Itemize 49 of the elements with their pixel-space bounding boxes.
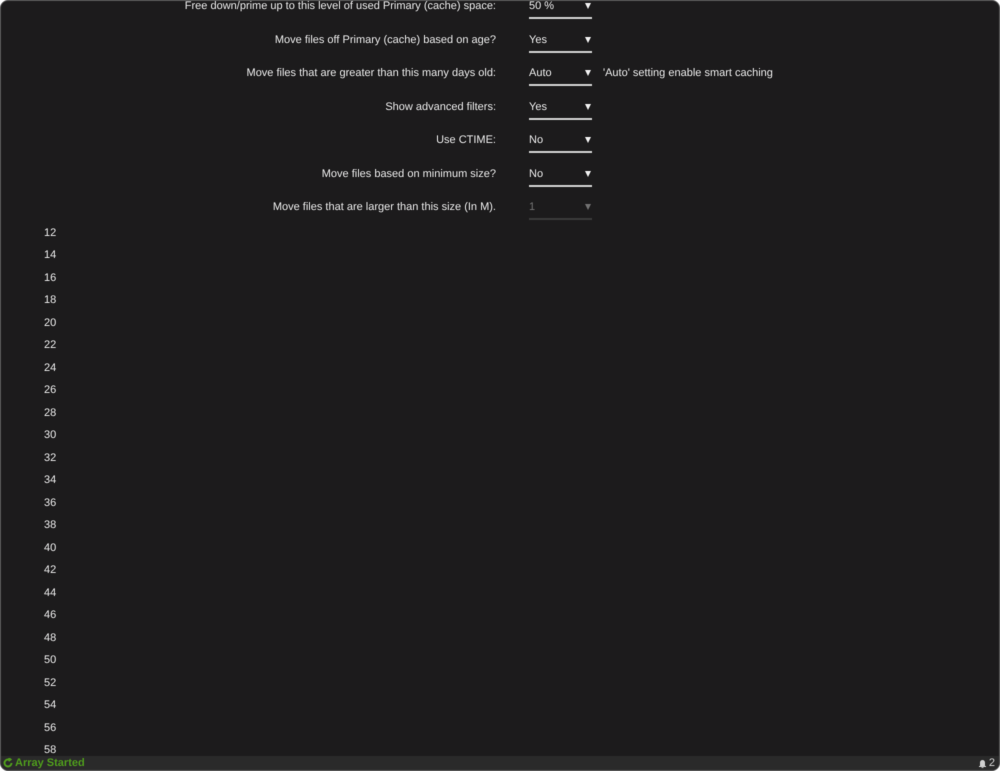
number-text: 54	[44, 700, 56, 711]
caret-icon	[585, 36, 591, 42]
number-text: 56	[44, 722, 56, 734]
setting-label: Show advanced filters:	[384, 102, 496, 112]
dropdown-select[interactable]: Yes	[529, 102, 592, 120]
number-text: 28	[44, 408, 56, 418]
number-text: 46	[44, 610, 56, 621]
number-text: 38	[44, 520, 56, 531]
number-text: 48	[44, 632, 56, 644]
number-text: 40	[44, 542, 56, 554]
number-text: 44	[44, 588, 56, 598]
number-text: 14	[44, 250, 56, 261]
number-text: 16	[44, 272, 56, 284]
number-text: 52	[44, 678, 56, 688]
dropdown-select[interactable]: No	[529, 135, 592, 153]
dropdown-select[interactable]: 50 %	[529, 1, 592, 19]
number-text: 26	[44, 385, 56, 396]
dropdown-select[interactable]: No	[529, 168, 592, 186]
caret-icon	[585, 3, 591, 9]
caret-icon	[585, 170, 591, 176]
status-text: Array Started	[15, 758, 85, 768]
number-text: 36	[44, 498, 56, 508]
caret-icon	[585, 137, 591, 143]
number-text: 42	[44, 565, 56, 576]
number-text: 34	[44, 475, 56, 486]
number-text: 12	[44, 228, 56, 238]
number-text: 24	[44, 362, 56, 374]
setting-label: Move files that are greater than this many days old:	[246, 68, 496, 79]
setting-label: Move files that are larger than this size (In M).	[272, 202, 496, 213]
number-text: 50	[44, 655, 56, 666]
setting-label: Use CTIME:	[435, 135, 496, 146]
setting-label: Move files off Primary (cache) based on age?	[274, 34, 496, 46]
dropdown-select[interactable]: Auto	[529, 68, 592, 86]
number-text: 32	[44, 452, 56, 464]
notification-count: 2	[988, 758, 995, 768]
number-text: 18	[44, 295, 56, 306]
number-text: 30	[44, 430, 56, 441]
caret-icon	[585, 104, 591, 110]
setting-note: 'Auto' setting enable smart caching	[603, 68, 773, 79]
refresh-icon	[3, 758, 13, 768]
dropdown-select[interactable]: Yes	[529, 34, 592, 52]
bell-icon[interactable]	[978, 758, 986, 768]
setting-label: Move files based on minimum size?	[320, 168, 496, 180]
caret-icon	[585, 204, 591, 210]
number-text: 58	[44, 745, 56, 756]
caret-icon	[585, 70, 591, 76]
setting-label: Free down/prime up to this level of used Primary (cache) space:	[184, 1, 496, 12]
number-text: 20	[44, 318, 56, 328]
number-text: 22	[44, 340, 56, 351]
